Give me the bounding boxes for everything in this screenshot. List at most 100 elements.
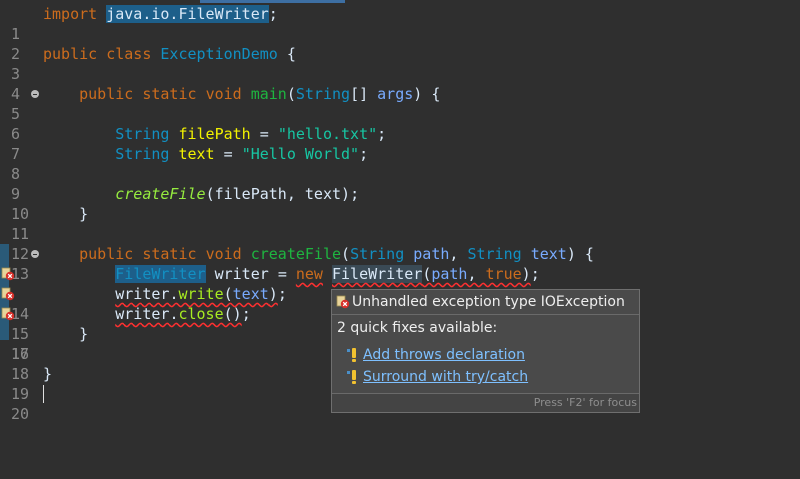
method-createfile: createFile [250, 245, 342, 263]
param-path: path [413, 245, 450, 263]
paren-close: ) [566, 245, 576, 263]
paren-close: ) [268, 285, 278, 303]
quick-fix-count: 2 quick fixes available: [337, 320, 498, 336]
code-line-11[interactable]: 11 } [0, 204, 800, 243]
lightbulb-warning-icon [347, 348, 356, 362]
keyword-public: public [43, 45, 98, 63]
keyword-true: true [485, 265, 522, 283]
active-tab-indicator [200, 0, 345, 3]
fix-label[interactable]: Add throws declaration [363, 346, 525, 364]
code-line-5[interactable]: 5 public static void main(String[] args)… [0, 84, 800, 123]
type-string: String [115, 125, 170, 143]
code-line-7[interactable]: 7 String filePath = "hello.txt"; [0, 124, 800, 163]
type-string: String [350, 245, 405, 263]
keyword-static: static [142, 245, 197, 263]
open-brace: { [584, 245, 594, 263]
paren-close: ) [341, 185, 351, 203]
arg-filepath: filePath [214, 185, 287, 203]
paren-open: ( [205, 185, 215, 203]
error-x-icon[interactable] [1, 287, 15, 301]
param-text: text [530, 245, 567, 263]
open-brace: { [431, 85, 441, 103]
code-line-3[interactable]: 3 public class ExceptionDemo { [0, 44, 800, 83]
string-literal: "Hello World" [241, 145, 360, 163]
equals: = [277, 265, 287, 283]
open-brace: { [286, 45, 296, 63]
keyword-public: public [79, 85, 134, 103]
paren-open: ( [341, 245, 351, 263]
keyword-static: static [142, 85, 197, 103]
code-line-2[interactable]: 2 [0, 24, 800, 63]
string-literal: "hello.txt" [277, 125, 378, 143]
arg-path: path [431, 265, 468, 283]
fold-minus-icon[interactable] [31, 250, 39, 258]
focus-hint: Press 'F2' for focus [533, 396, 637, 409]
semicolon: ; [530, 265, 540, 283]
var-text: text [178, 145, 215, 163]
type-string: String [295, 85, 351, 103]
popup-footer: Press 'F2' for focus [332, 393, 639, 412]
code-editor[interactable]: 1 import java.io.FileWriter; 2 3 public … [0, 0, 800, 479]
semicolon: ; [241, 305, 251, 323]
equals: = [259, 125, 269, 143]
semicolon: ; [350, 185, 360, 203]
code-line-14[interactable]: 14 FileWriter writer = new FileWriter(pa… [0, 264, 800, 323]
semicolon: ; [377, 125, 387, 143]
equals: = [223, 145, 233, 163]
line-number: 20 [11, 405, 30, 423]
error-x-icon[interactable] [1, 307, 15, 321]
code-line-10[interactable]: 10 createFile(filePath, text); [0, 184, 800, 223]
comma: , [286, 185, 296, 203]
semicolon: ; [268, 5, 278, 23]
empty-parens: () [223, 305, 242, 323]
import-path: java.io.FileWriter [106, 5, 269, 23]
code-line-8[interactable]: 8 String text = "Hello World"; [0, 144, 800, 183]
type-string: String [467, 245, 522, 263]
param-args: args [377, 85, 414, 103]
keyword-void: void [205, 245, 242, 263]
paren-open: ( [223, 285, 233, 303]
method-main: main [250, 85, 287, 103]
keyword-class: class [106, 45, 152, 63]
method-close: close [178, 305, 224, 323]
semicolon: ; [359, 145, 369, 163]
array-brackets: [] [350, 85, 369, 103]
error-x-icon[interactable] [1, 267, 15, 281]
paren-close: ) [413, 85, 423, 103]
comma: , [467, 265, 477, 283]
method-call-createfile: createFile [115, 185, 206, 203]
popup-header: Unhandled exception type IOException [332, 290, 639, 315]
keyword-public: public [79, 245, 134, 263]
code-line-13[interactable]: 13 public static void createFile(String … [0, 244, 800, 283]
code-line-12[interactable]: 12 [0, 224, 800, 263]
error-x-icon [336, 295, 350, 309]
arg-text: text [304, 185, 342, 203]
close-brace: } [43, 365, 53, 383]
lightbulb-warning-icon [347, 370, 356, 384]
keyword-void: void [205, 85, 242, 103]
paren-open: ( [422, 265, 432, 283]
class-name: ExceptionDemo [160, 45, 278, 63]
paren-close: ) [521, 265, 531, 283]
method-write: write [178, 285, 224, 303]
code-line-6[interactable]: 6 [0, 104, 800, 143]
var-writer: writer [115, 285, 170, 303]
type-filewriter: FileWriter [115, 265, 206, 283]
var-writer: writer [115, 305, 170, 323]
type-string: String [115, 145, 170, 163]
fix-label[interactable]: Surround with try/catch [363, 368, 528, 386]
close-brace: } [79, 205, 89, 223]
code-line-4[interactable]: 4 [0, 64, 800, 103]
arg-text: text [232, 285, 269, 303]
text-caret [43, 385, 44, 403]
paren-open: ( [286, 85, 296, 103]
keyword-import: import [43, 5, 98, 23]
fold-minus-icon[interactable] [31, 90, 39, 98]
var-filepath: filePath [178, 125, 251, 143]
close-brace: } [79, 325, 89, 343]
semicolon: ; [277, 285, 287, 303]
constructor-filewriter: FileWriter [332, 265, 423, 283]
code-line-1[interactable]: 1 import java.io.FileWriter; [0, 4, 800, 43]
code-line-9[interactable]: 9 [0, 164, 800, 203]
quick-fix-popup[interactable]: Unhandled exception type IOException 2 q… [331, 289, 640, 413]
